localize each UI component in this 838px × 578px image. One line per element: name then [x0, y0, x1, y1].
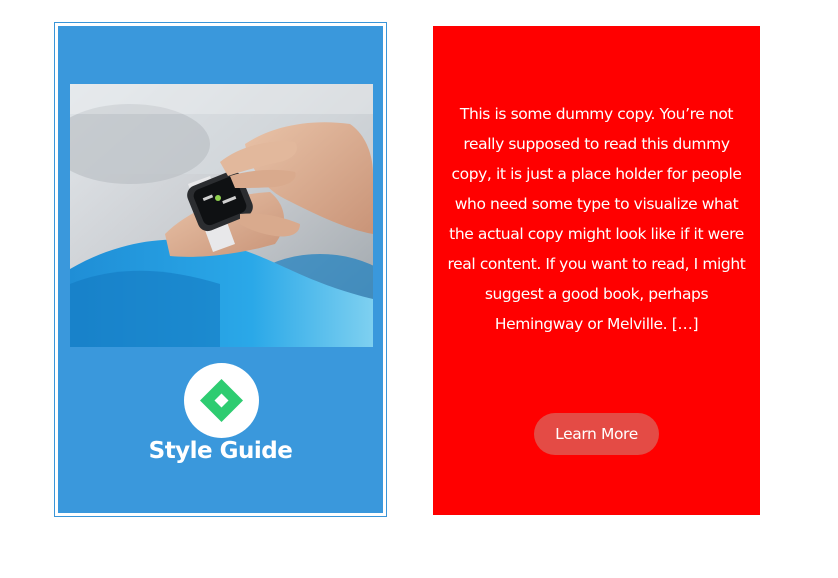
card-title: Style Guide [148, 438, 293, 464]
diamond-logo-icon [200, 379, 243, 422]
page: Style Guide This is some dummy copy. You… [0, 0, 838, 578]
style-guide-card[interactable]: Style Guide [54, 22, 387, 517]
style-guide-card-body: Style Guide [58, 26, 383, 513]
logo-badge [184, 363, 259, 438]
learn-more-button[interactable]: Learn More [534, 413, 659, 455]
info-card: This is some dummy copy. You’re not real… [433, 26, 760, 515]
card-body-text: This is some dummy copy. You’re not real… [447, 105, 746, 333]
smartwatch-image [70, 84, 373, 347]
